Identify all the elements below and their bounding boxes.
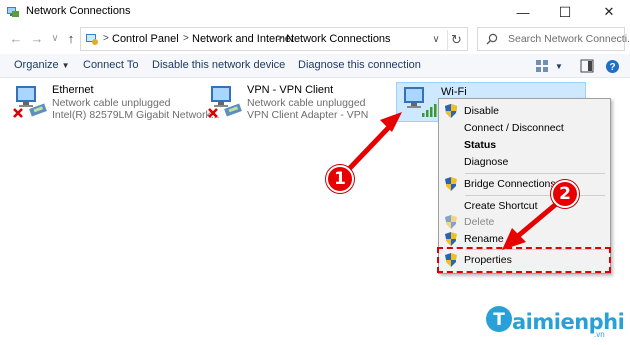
step-1-badge: 1 [326, 165, 354, 193]
breadcrumb-control-panel[interactable]: Control Panel [112, 33, 179, 45]
menu-item-label: Diagnose [464, 156, 509, 168]
breadcrumb-separator: > [277, 33, 283, 44]
connection-adapter: VPN Client Adapter - VPN [247, 109, 369, 121]
menu-item-label: Connect / Disconnect [464, 122, 564, 134]
forward-button[interactable]: → [29, 30, 45, 48]
address-dropdown-button[interactable]: ∨ [427, 30, 445, 50]
search-icon [486, 33, 498, 45]
uac-shield-icon [445, 232, 457, 246]
menu-item-status[interactable]: Status [439, 136, 610, 154]
minimize-button[interactable]: — [502, 0, 544, 24]
vpn-adapter-icon [208, 86, 242, 118]
diagnose-connection-button[interactable]: Diagnose this connection [298, 59, 421, 71]
menu-item-label: Create Shortcut [464, 200, 538, 212]
address-bar[interactable]: > Control Panel > Network and Internet >… [80, 27, 468, 51]
menu-item-label: Disable [464, 105, 500, 117]
connection-ethernet[interactable]: Ethernet Network cable unplugged Intel(R… [12, 84, 220, 124]
menu-separator [465, 195, 605, 196]
menu-item-disable[interactable]: Disable [439, 102, 610, 120]
ethernet-adapter-icon [13, 86, 47, 118]
connection-name: Wi-Fi [441, 86, 467, 98]
svg-text:T: T [493, 310, 505, 330]
organize-dropdown-icon: ▼ [61, 61, 70, 70]
menu-item-label: Delete [464, 216, 495, 228]
view-options-dropdown-icon[interactable]: ▼ [555, 62, 563, 71]
uac-shield-icon [445, 177, 457, 191]
organize-menu[interactable]: Organize ▼ [14, 59, 70, 71]
up-button[interactable]: ↑ [63, 30, 79, 48]
menu-item-label: Rename [464, 233, 504, 245]
recent-locations-button[interactable]: ∨ [47, 30, 63, 48]
connect-to-button[interactable]: Connect To [83, 59, 138, 71]
search-box[interactable]: Search Network Connecti... [477, 27, 630, 51]
breadcrumb-separator: > [103, 33, 109, 44]
help-icon[interactable]: ? [605, 59, 620, 74]
menu-item-delete: Delete [439, 213, 610, 231]
maximize-button[interactable]: ☐ [544, 0, 586, 24]
taimienphi-logo: T aimienphi .vn [484, 302, 630, 342]
uac-shield-icon [445, 104, 457, 118]
breadcrumb-network-connections[interactable]: Network Connections [286, 33, 391, 45]
connection-adapter: Intel(R) 82579LM Gigabit Network... [52, 109, 220, 121]
disable-device-button[interactable]: Disable this network device [152, 59, 285, 71]
connection-name: Ethernet [52, 84, 94, 96]
logo-brand-text: aimienphi [512, 310, 625, 334]
properties-highlight-box [437, 247, 611, 273]
connection-name: VPN - VPN Client [247, 84, 334, 96]
arrow-1 [345, 121, 395, 173]
address-row: ← → ∨ ↑ > Control Panel > Network and In… [0, 24, 630, 54]
organize-label: Organize [14, 59, 59, 71]
menu-item-connect-disconnect[interactable]: Connect / Disconnect [439, 119, 610, 137]
menu-item-label: Status [464, 139, 497, 151]
change-view-icon[interactable] [535, 59, 549, 73]
title-bar: Network Connections — ☐ ✕ [0, 0, 630, 24]
menu-item-diagnose[interactable]: Diagnose [439, 153, 610, 171]
connection-status: Network cable unplugged [247, 97, 366, 109]
menu-item-bridge-connections[interactable]: Bridge Connections [439, 175, 610, 193]
connection-vpn[interactable]: VPN - VPN Client Network cable unplugged… [207, 84, 387, 124]
menu-item-label: Bridge Connections [464, 178, 556, 190]
breadcrumb-separator: > [183, 33, 189, 44]
refresh-button[interactable]: ↻ [447, 30, 465, 50]
taimienphi-logo-icon: T [486, 306, 512, 332]
network-connections-app-icon [7, 7, 19, 17]
menu-separator [465, 173, 605, 174]
connection-status: Network cable unplugged [52, 97, 171, 109]
close-button[interactable]: ✕ [588, 0, 630, 24]
step-2-badge: 2 [551, 180, 579, 208]
search-placeholder: Search Network Connecti... [508, 33, 630, 45]
uac-shield-icon [445, 215, 457, 229]
menu-item-rename[interactable]: Rename [439, 230, 610, 248]
wifi-adapter-icon [404, 87, 437, 117]
window-title: Network Connections [26, 5, 131, 17]
preview-pane-icon[interactable] [580, 59, 594, 73]
command-bar: Organize ▼ Connect To Disable this networ… [0, 54, 630, 78]
control-panel-icon [86, 34, 98, 45]
svg-text:?: ? [609, 62, 615, 73]
logo-tld-text: .vn [594, 330, 605, 339]
back-button[interactable]: ← [8, 30, 24, 48]
